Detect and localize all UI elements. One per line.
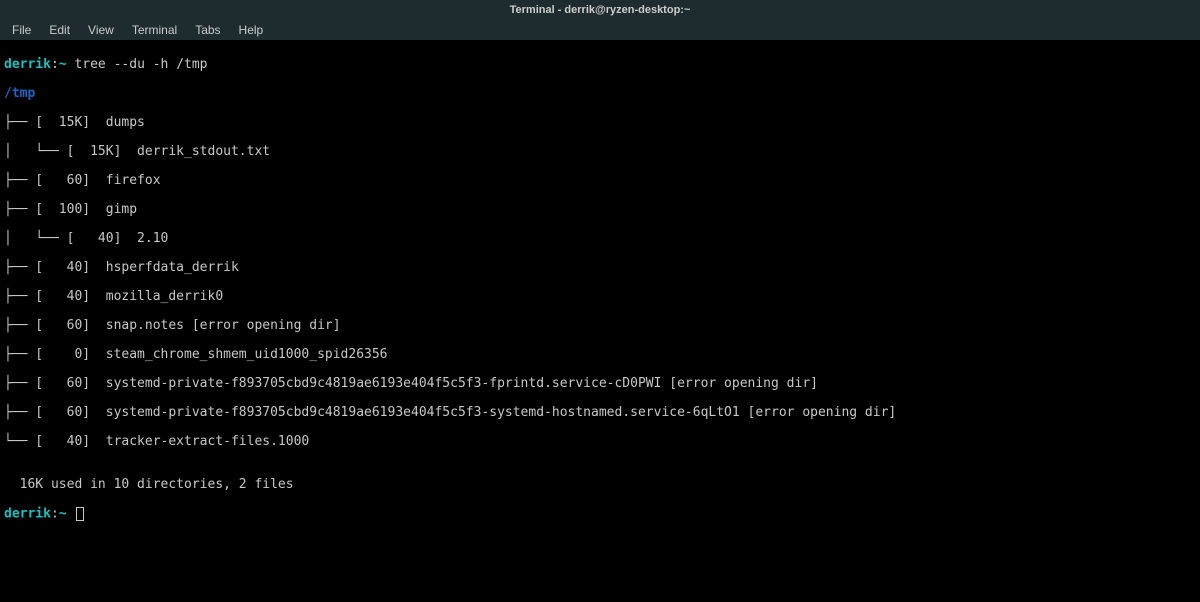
tree-row: ├── [ 60] snap.notes [error opening dir] [4, 319, 1196, 334]
tree-row: │ └── [ 40] 2.10 [4, 232, 1196, 247]
prompt2-user: derrik [4, 507, 51, 522]
menu-terminal[interactable]: Terminal [124, 21, 185, 39]
summary-line: 16K used in 10 directories, 2 files [4, 478, 1196, 493]
prompt-user: derrik [4, 57, 51, 72]
prompt2-tilde: ~ [59, 507, 67, 522]
tree-row: ├── [ 60] systemd-private-f893705cbd9c48… [4, 377, 1196, 392]
tree-row: ├── [ 0] steam_chrome_shmem_uid1000_spid… [4, 348, 1196, 363]
prompt-sep: : [51, 57, 59, 72]
tree-root: /tmp [4, 87, 1196, 102]
tree-row: └── [ 40] tracker-extract-files.1000 [4, 435, 1196, 450]
tree-row: ├── [ 15K] dumps [4, 116, 1196, 131]
prompt-tilde: ~ [59, 57, 67, 72]
tree-row: ├── [ 40] hsperfdata_derrik [4, 261, 1196, 276]
tree-row: ├── [ 60] systemd-private-f893705cbd9c48… [4, 406, 1196, 421]
prompt-line-2: derrik:~ [4, 507, 1196, 522]
menubar: File Edit View Terminal Tabs Help [0, 20, 1200, 40]
prompt-line: derrik:~ tree --du -h /tmp [4, 58, 1196, 73]
menu-edit[interactable]: Edit [41, 21, 78, 39]
menu-help[interactable]: Help [231, 21, 272, 39]
menu-view[interactable]: View [80, 21, 122, 39]
terminal-content[interactable]: derrik:~ tree --du -h /tmp /tmp ├── [ 15… [0, 40, 1200, 540]
window-title: Terminal - derrik@ryzen-desktop:~ [510, 4, 691, 16]
prompt2-sep: : [51, 507, 59, 522]
tree-row: ├── [ 100] gimp [4, 203, 1196, 218]
cursor-icon [76, 507, 84, 521]
menu-tabs[interactable]: Tabs [187, 21, 228, 39]
tree-row: ├── [ 40] mozilla_derrik0 [4, 290, 1196, 305]
menu-file[interactable]: File [4, 21, 39, 39]
prompt-cmd: tree --du -h /tmp [67, 57, 208, 72]
tree-row: │ └── [ 15K] derrik_stdout.txt [4, 145, 1196, 160]
tree-row: ├── [ 60] firefox [4, 174, 1196, 189]
window-titlebar: Terminal - derrik@ryzen-desktop:~ [0, 0, 1200, 20]
